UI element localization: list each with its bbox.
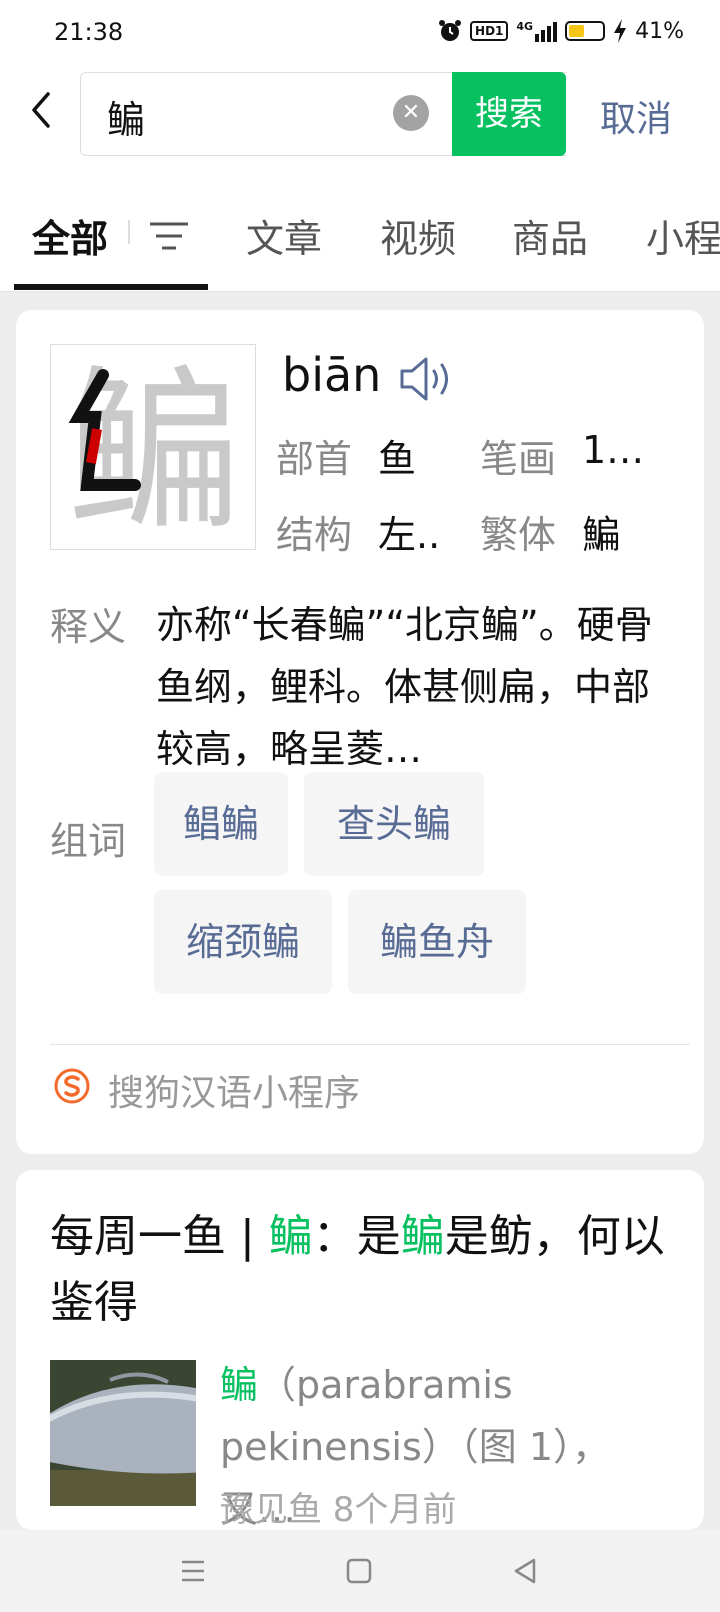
- article-meta: 豫见鱼 8个月前: [220, 1490, 457, 1530]
- tab-products[interactable]: 商品: [512, 208, 588, 263]
- status-bar: 21:38 HD1 4G 41%: [0, 0, 720, 64]
- battery-icon: [565, 21, 606, 41]
- tab-all[interactable]: 全部: [32, 208, 108, 263]
- character-stroke-image: 鳊: [50, 344, 256, 550]
- structure-value: 左..: [378, 513, 441, 557]
- article-result-card[interactable]: 每周一鱼 | 鳊：是鳊是鲂，何以鉴得 鳊（parabramis pekinens…: [16, 1170, 704, 1531]
- back-triangle-icon[interactable]: [508, 1554, 542, 1588]
- speaker-icon[interactable]: [398, 354, 458, 404]
- tab-articles[interactable]: 文章: [246, 208, 322, 263]
- word-chip[interactable]: 查头鳊: [304, 772, 484, 876]
- back-arrow-icon[interactable]: [26, 90, 58, 130]
- word-chip[interactable]: 鲳鳊: [154, 772, 288, 876]
- title-highlight: 鳊: [268, 1211, 313, 1262]
- source-link[interactable]: 搜狗汉语小程序: [108, 1064, 360, 1116]
- status-time: 21:38: [54, 18, 124, 46]
- filter-icon[interactable]: [148, 220, 190, 252]
- home-icon[interactable]: [342, 1554, 376, 1588]
- battery-percent: 41%: [635, 18, 684, 44]
- title-highlight: 鳊: [400, 1211, 445, 1262]
- battery-fill: [569, 25, 584, 37]
- cancel-button[interactable]: 取消: [600, 90, 672, 142]
- category-tabs: 全部 文章 视频 商品 小程序: [0, 180, 720, 292]
- words-label: 组词: [50, 819, 127, 863]
- search-query[interactable]: 鳊: [107, 89, 145, 144]
- stroke-order-graphic: 鳊: [66, 350, 242, 549]
- radical-value: 鱼: [378, 437, 417, 481]
- pinyin: biān: [282, 348, 382, 402]
- search-button[interactable]: 搜索: [452, 72, 566, 156]
- radical-label: 部首: [276, 437, 353, 481]
- definition-label: 释义: [50, 605, 127, 649]
- traditional-label: 繁体: [480, 513, 557, 557]
- dictionary-card[interactable]: 鳊 biān 部首 鱼 笔画 1… 结构 左.. 繁体 鯿 释义 亦称“长春鳊”…: [16, 310, 704, 1154]
- traditional-value: 鯿: [582, 513, 621, 557]
- strokes-value: 1…: [582, 428, 645, 472]
- word-chip[interactable]: 鳊鱼舟: [348, 890, 526, 994]
- status-icons: HD1 4G 41%: [438, 16, 684, 46]
- hd-icon: HD1: [470, 21, 509, 41]
- strokes-label: 笔画: [480, 437, 557, 481]
- network-label: 4G: [516, 20, 534, 33]
- tab-mini-programs[interactable]: 小程序: [646, 208, 720, 263]
- clear-icon[interactable]: ✕: [393, 95, 429, 131]
- card-divider: [50, 1044, 690, 1045]
- system-nav-bar: [0, 1530, 720, 1612]
- article-title[interactable]: 每周一鱼 | 鳊：是鳊是鲂，何以鉴得: [50, 1204, 670, 1336]
- alarm-icon: [439, 20, 462, 41]
- signal-icon: 4G: [516, 20, 558, 42]
- snippet-highlight: 鳊: [220, 1363, 259, 1407]
- structure-label: 结构: [276, 513, 353, 557]
- fish-photo: [50, 1360, 196, 1506]
- tab-divider: [128, 220, 130, 244]
- charging-icon: [614, 19, 627, 43]
- title-part: ：是: [312, 1211, 401, 1262]
- search-header: 鳊 ✕ 搜索 取消: [0, 64, 720, 180]
- definition-text: 亦称“长春鳊”“北京鳊”。硬骨鱼纲，鲤科。体甚侧扁，中部较高，略呈菱…: [156, 603, 653, 771]
- stroke-current: [86, 428, 102, 464]
- active-tab-indicator: [14, 284, 208, 290]
- word-chip[interactable]: 缩颈鳊: [154, 890, 332, 994]
- article-thumbnail[interactable]: [50, 1360, 196, 1506]
- sogou-logo-icon: [54, 1068, 90, 1104]
- tab-videos[interactable]: 视频: [380, 208, 456, 263]
- menu-icon[interactable]: [176, 1554, 210, 1588]
- title-part: 每周一鱼 |: [50, 1211, 269, 1262]
